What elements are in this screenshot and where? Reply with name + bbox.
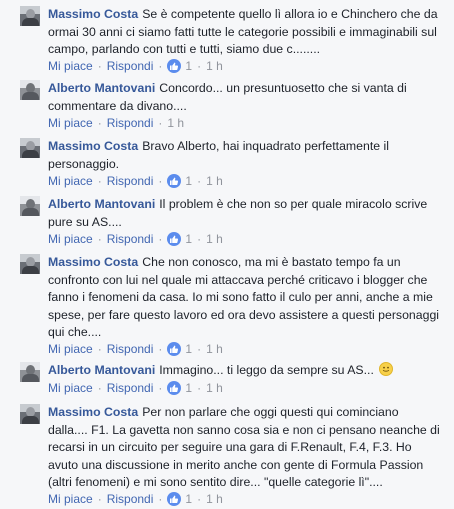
timestamp[interactable]: 1 h xyxy=(206,342,223,356)
timestamp[interactable]: 1 h xyxy=(206,59,223,73)
like-link[interactable]: Mi piace xyxy=(48,59,93,73)
reply-link[interactable]: Rispondi xyxy=(107,342,154,356)
comment-actions: Mi piace · Rispondi · 1 · 1 h xyxy=(48,492,223,506)
like-link[interactable]: Mi piace xyxy=(48,232,93,246)
reply-link[interactable]: Rispondi xyxy=(107,116,154,130)
comment-actions: Mi piace · Rispondi · 1 · 1 h xyxy=(48,381,223,395)
smile-emoji-icon xyxy=(379,362,394,376)
reply-link[interactable]: Rispondi xyxy=(107,232,154,246)
thumbs-up-icon[interactable] xyxy=(167,342,182,356)
comment-body: Massimo Costa Che non conosco, ma mi è ba… xyxy=(48,254,440,342)
thumbs-up-icon[interactable] xyxy=(167,492,182,506)
reply-link[interactable]: Rispondi xyxy=(107,174,154,188)
avatar[interactable] xyxy=(20,80,40,100)
like-count[interactable]: 1 xyxy=(185,59,192,73)
author-name[interactable]: Alberto Mantovani xyxy=(48,81,155,95)
comment-actions: Mi piace · Rispondi · 1 · 1 h xyxy=(48,342,223,356)
like-count[interactable]: 1 xyxy=(185,232,192,246)
author-name[interactable]: Massimo Costa xyxy=(48,255,138,269)
like-link[interactable]: Mi piace xyxy=(48,381,93,395)
author-name[interactable]: Massimo Costa xyxy=(48,405,138,419)
timestamp[interactable]: 1 h xyxy=(206,381,223,395)
like-link[interactable]: Mi piace xyxy=(48,342,93,356)
avatar[interactable] xyxy=(20,362,40,382)
reply-link[interactable]: Rispondi xyxy=(107,59,154,73)
thumbs-up-icon[interactable] xyxy=(167,381,182,395)
like-count[interactable]: 1 xyxy=(185,174,192,188)
author-name[interactable]: Alberto Mantovani xyxy=(48,363,155,377)
avatar[interactable] xyxy=(20,6,40,26)
comment-actions: Mi piace · Rispondi · 1 · 1 h xyxy=(48,59,223,73)
comment-body: Massimo Costa Bravo Alberto, hai inquadra… xyxy=(48,138,440,173)
comment-body: Massimo Costa Per non parlare che oggi qu… xyxy=(48,404,440,492)
avatar[interactable] xyxy=(20,404,40,424)
author-name[interactable]: Alberto Mantovani xyxy=(48,197,155,211)
avatar[interactable] xyxy=(20,138,40,158)
timestamp[interactable]: 1 h xyxy=(206,492,223,506)
author-name[interactable]: Massimo Costa xyxy=(48,139,138,153)
comment-thread: Massimo Costa Se è competente quello lì a… xyxy=(0,0,454,509)
thumbs-up-icon[interactable] xyxy=(167,59,182,73)
thumbs-up-icon[interactable] xyxy=(167,232,182,246)
comment-body: Massimo Costa Se è competente quello lì a… xyxy=(48,6,440,59)
comment-actions: Mi piace · Rispondi · 1 h xyxy=(48,116,185,130)
comment-actions: Mi piace · Rispondi · 1 · 1 h xyxy=(48,174,223,188)
comment-body: Alberto Mantovani Concordo... un presuntu… xyxy=(48,80,440,115)
timestamp[interactable]: 1 h xyxy=(206,174,223,188)
reply-link[interactable]: Rispondi xyxy=(107,492,154,506)
like-count[interactable]: 1 xyxy=(185,381,192,395)
comment-text: Immagino... ti leggo da sempre su AS... xyxy=(159,363,374,377)
comment-actions: Mi piace · Rispondi · 1 · 1 h xyxy=(48,232,223,246)
like-count[interactable]: 1 xyxy=(185,342,192,356)
like-count[interactable]: 1 xyxy=(185,492,192,506)
timestamp[interactable]: 1 h xyxy=(206,232,223,246)
avatar[interactable] xyxy=(20,196,40,216)
reply-link[interactable]: Rispondi xyxy=(107,381,154,395)
comment-body: Alberto Mantovani Immagino... ti leggo da… xyxy=(48,362,440,380)
avatar[interactable] xyxy=(20,254,40,274)
thumbs-up-icon[interactable] xyxy=(167,174,182,188)
author-name[interactable]: Massimo Costa xyxy=(48,7,138,21)
like-link[interactable]: Mi piace xyxy=(48,116,93,130)
comment-body: Alberto Mantovani Il problem è che non so… xyxy=(48,196,440,231)
timestamp[interactable]: 1 h xyxy=(167,116,184,130)
like-link[interactable]: Mi piace xyxy=(48,492,93,506)
like-link[interactable]: Mi piace xyxy=(48,174,93,188)
